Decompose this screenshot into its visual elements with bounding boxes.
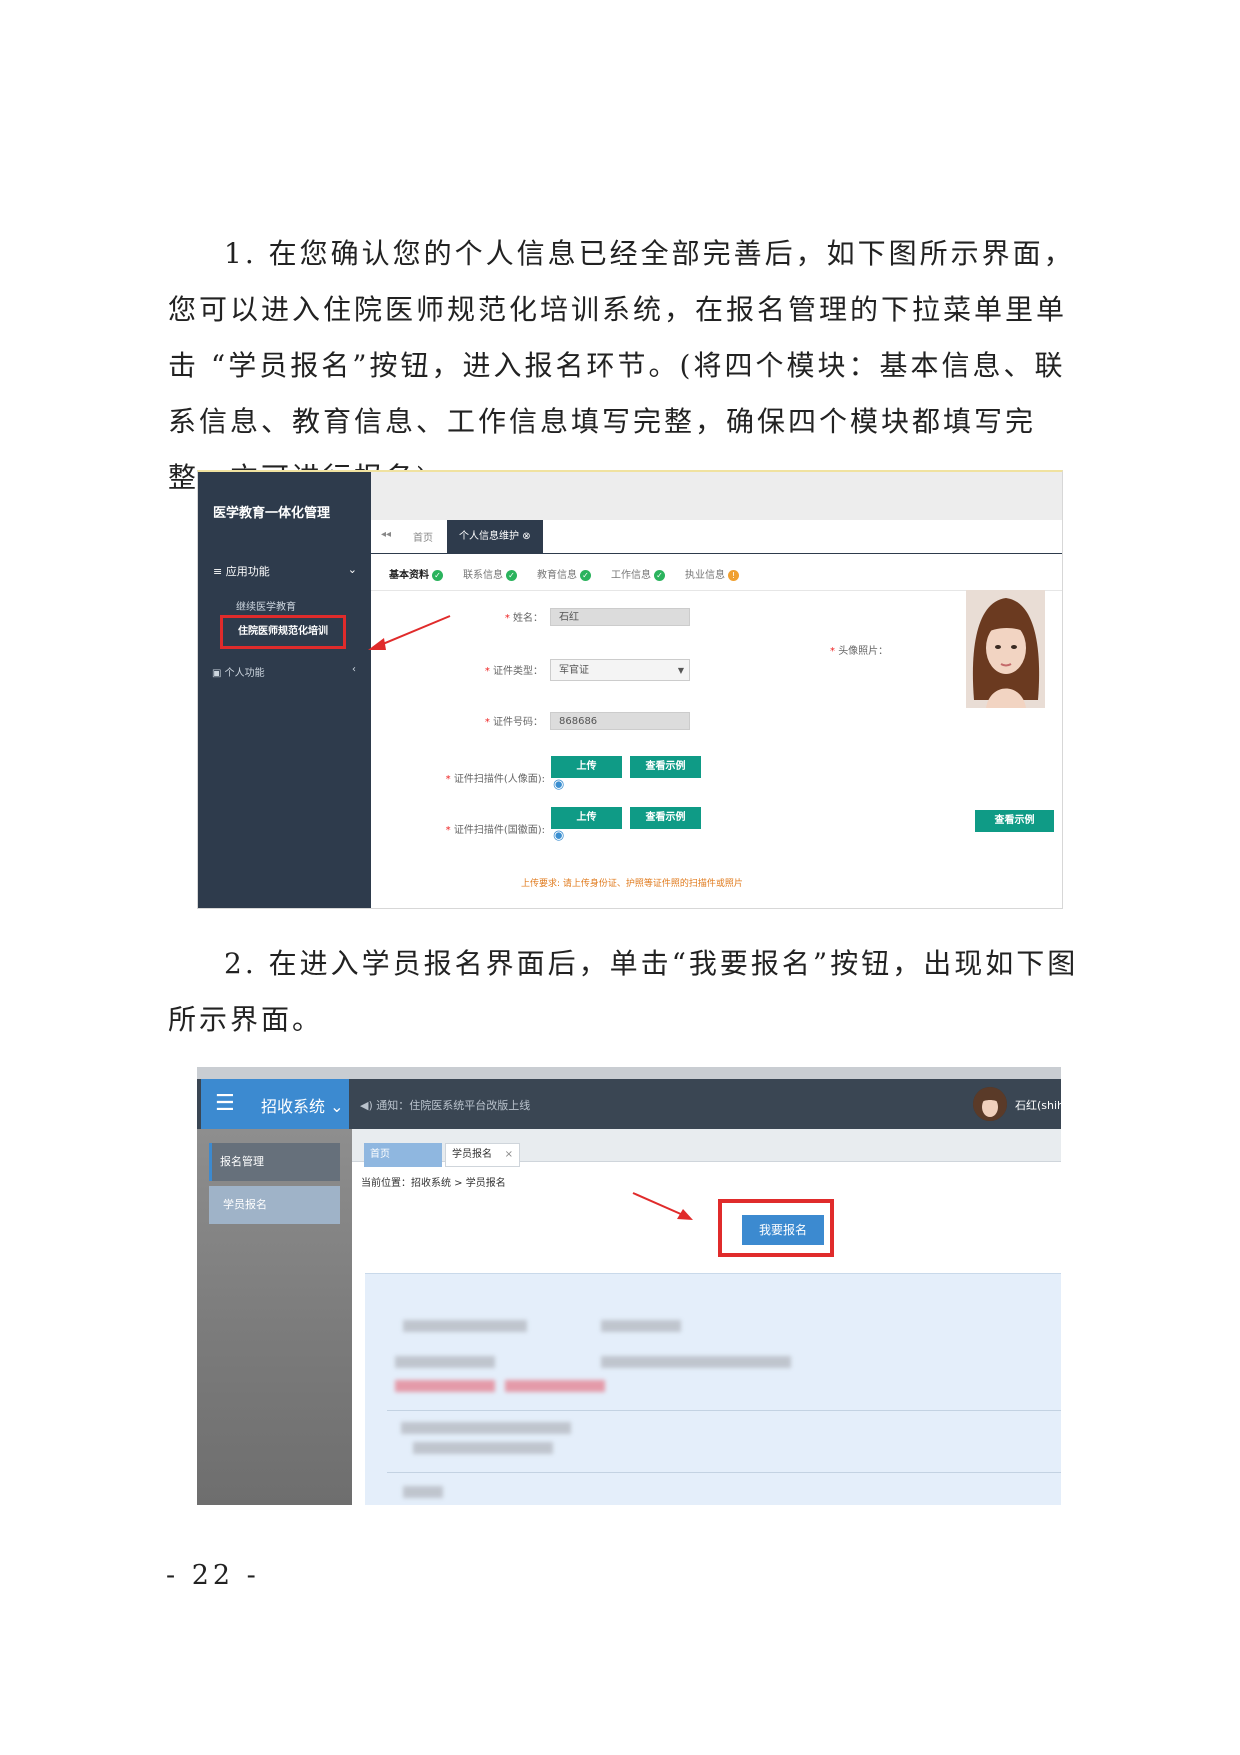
check-icon: ✓: [654, 569, 665, 581]
divider: [387, 1472, 1061, 1473]
user-name[interactable]: 石红(shiho: [1015, 1097, 1061, 1113]
sidebar-item-registration-management[interactable]: 报名管理: [209, 1143, 340, 1181]
check-icon: ✓: [580, 569, 591, 581]
label-name: * 姓名：: [504, 613, 543, 624]
doc-icon: ▣: [212, 668, 225, 679]
page-number: - 22 -: [166, 1560, 260, 1591]
blurred-text: [395, 1380, 495, 1392]
menu-personal-label: 个人功能: [224, 668, 265, 679]
menu-app-functions[interactable]: ≡ 应用功能 ⌄: [213, 563, 363, 579]
blurred-text: [601, 1356, 791, 1368]
sidebar-item-student-registration[interactable]: 学员报名: [209, 1186, 340, 1224]
label-scan-back-text: 证件扫描件(国徽面):: [453, 825, 545, 836]
warning-icon: !: [728, 569, 739, 581]
name-field[interactable]: 石红: [550, 608, 690, 626]
info-subtabs: 基本资料 ✓ 联系信息 ✓ 教育信息 ✓ 工作信息 ✓ 执业信息!: [371, 554, 1062, 591]
example-front-button[interactable]: 查看示例: [630, 756, 701, 778]
label-photo: * 头像照片：: [830, 646, 889, 657]
subtab-education[interactable]: 教育信息 ✓: [537, 566, 591, 581]
breadcrumb: 当前位置：招收系统 > 学员报名: [361, 1178, 506, 1189]
avatar-image: [973, 1087, 1007, 1121]
label-scan-back: * 证件扫描件(国徽面):: [445, 825, 545, 836]
screenshot-student-registration: ☰ 招收系统 ⌄ ◀) 通知：住院医系统平台改版上线 石红(shiho 报名管理…: [197, 1067, 1061, 1505]
instruction-paragraph-2: 2. 在进入学员报名界面后，单击“我要报名”按钮，出现如下图所示界面。: [168, 947, 1079, 1036]
subtab-work-label: 工作信息: [611, 570, 651, 581]
blurred-text: [403, 1320, 527, 1332]
blurred-text: [401, 1422, 571, 1434]
menu-app-label: 应用功能: [225, 565, 270, 578]
tab-bar: ◂◂ 首页 个人信息维护 ⊗: [371, 520, 1062, 554]
screenshot-personal-info: 医学教育一体化管理 ≡ 应用功能 ⌄ 继续医学教育 住院医师规范化培训 ▣ 个人…: [197, 470, 1063, 909]
idno-field[interactable]: 868686: [550, 712, 690, 730]
subtab-work[interactable]: 工作信息 ✓: [611, 566, 665, 581]
menu-item-cme[interactable]: 继续医学教育: [236, 598, 296, 613]
upload-back-button[interactable]: 上传: [551, 807, 622, 829]
upload-requirement-note: 上传要求: 请上传身份证、护照等证件照的扫描件或照片: [521, 879, 743, 889]
subtab-basic-label: 基本资料: [389, 570, 429, 581]
label-photo-text: 头像照片：: [838, 646, 889, 657]
blurred-text: [505, 1380, 605, 1392]
tab-personal-info[interactable]: 个人信息维护 ⊗: [447, 520, 543, 553]
system-name-text: 招收系统: [261, 1097, 326, 1116]
top-bar: [371, 472, 1062, 520]
speaker-icon: ◀): [360, 1099, 377, 1112]
app-brand: 医学教育一体化管理: [213, 506, 331, 521]
check-icon: ✓: [506, 569, 517, 581]
hamburger-icon[interactable]: ☰: [215, 1091, 235, 1116]
dropdown-icon: ▼: [677, 666, 684, 675]
subtab-practice[interactable]: 执业信息!: [685, 566, 739, 581]
subtab-education-label: 教育信息: [537, 570, 577, 581]
subtab-contact-label: 联系信息: [463, 570, 503, 581]
blurred-text: [413, 1442, 553, 1454]
blurred-content-panel: [365, 1273, 1061, 1505]
tab-student-registration-label: 学员报名: [452, 1149, 492, 1160]
tab-home[interactable]: 首页: [364, 1143, 442, 1167]
blurred-text: [395, 1356, 495, 1368]
close-icon[interactable]: ×: [505, 1144, 513, 1166]
blurred-text: [601, 1320, 681, 1332]
subtab-basic[interactable]: 基本资料 ✓: [389, 566, 443, 581]
subtab-contact[interactable]: 联系信息 ✓: [463, 566, 517, 581]
example-back-button[interactable]: 查看示例: [630, 807, 701, 829]
user-avatar[interactable]: [973, 1087, 1007, 1121]
instruction-paragraph-1: 1. 在您确认您的个人信息已经全部完善后，如下图所示界面，您可以进入住院医师规范…: [168, 237, 1075, 494]
portrait-image: [966, 590, 1045, 708]
list-icon: ≡: [213, 565, 226, 578]
menu-personal-functions[interactable]: ▣ 个人功能 ‹: [212, 664, 362, 679]
subtab-practice-label: 执业信息: [685, 570, 725, 581]
divider: [387, 1410, 1061, 1411]
sidebar: 医学教育一体化管理 ≡ 应用功能 ⌄ 继续医学教育 住院医师规范化培训 ▣ 个人…: [198, 472, 371, 908]
label-idtype: * 证件类型：: [484, 666, 543, 677]
notice-text: 通知：住院医系统平台改版上线: [376, 1099, 531, 1112]
tab-home[interactable]: 首页: [413, 529, 433, 544]
upload-front-button[interactable]: 上传: [551, 756, 622, 778]
idtype-value: 军官证: [559, 665, 589, 676]
label-name-text: 姓名：: [513, 613, 543, 624]
label-idno: * 证件号码：: [484, 717, 543, 728]
close-icon[interactable]: ⊗: [522, 531, 530, 542]
chevron-down-icon: ⌄: [330, 1097, 344, 1116]
tab-prev-icon[interactable]: ◂◂: [381, 529, 391, 540]
menu-item-residency-training[interactable]: 住院医师规范化培训: [220, 615, 346, 649]
label-idtype-text: 证件类型：: [493, 666, 543, 677]
window-frame: [197, 1067, 1061, 1079]
example-photo-button[interactable]: 查看示例: [975, 810, 1054, 832]
red-arrow-annotation: [632, 1192, 693, 1220]
check-icon: ✓: [432, 569, 443, 581]
label-scan-front-text: 证件扫描件(人像面):: [453, 774, 545, 785]
idtype-select[interactable]: 军官证 ▼: [550, 659, 690, 681]
eye-icon[interactable]: ◉: [553, 828, 564, 843]
blurred-text: [403, 1486, 443, 1498]
notice-bar: ◀) 通知：住院医系统平台改版上线: [360, 1097, 530, 1113]
label-scan-front: * 证件扫描件(人像面):: [445, 774, 545, 785]
register-now-button[interactable]: 我要报名: [742, 1215, 824, 1245]
system-name: 招收系统 ⌄: [261, 1093, 344, 1117]
tab-student-registration[interactable]: 学员报名 ×: [445, 1143, 520, 1167]
system-switcher[interactable]: ☰ 招收系统 ⌄: [201, 1079, 349, 1129]
tab-personal-info-label: 个人信息维护: [459, 531, 519, 542]
eye-icon[interactable]: ◉: [553, 777, 564, 792]
avatar-photo: [966, 590, 1045, 708]
chevron-down-icon: ⌄: [347, 563, 357, 576]
label-idno-text: 证件号码：: [493, 717, 543, 728]
